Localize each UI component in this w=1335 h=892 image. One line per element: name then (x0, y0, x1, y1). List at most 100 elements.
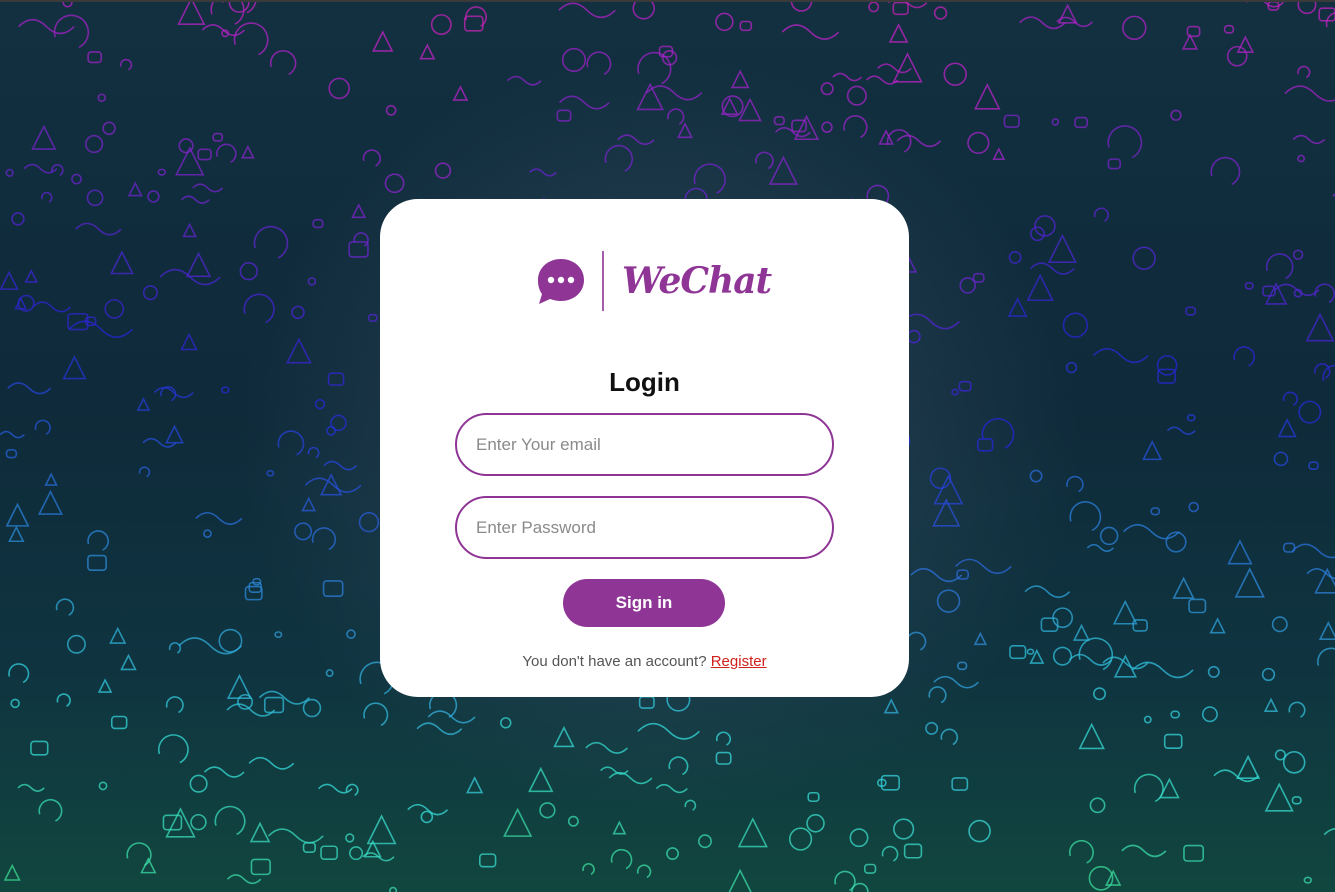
doodle-shape (197, 148, 212, 161)
sign-in-button[interactable]: Sign in (563, 579, 725, 627)
doodle-shape (1121, 844, 1167, 858)
doodle-shape (1185, 306, 1197, 316)
doodle-shape (311, 527, 337, 551)
doodle-shape (1227, 539, 1253, 565)
doodle-shape (274, 631, 283, 638)
doodle-shape (319, 473, 343, 496)
doodle-shape (868, 1, 880, 13)
doodle-shape (302, 842, 316, 853)
doodle-shape (38, 798, 63, 822)
doodle-shape (218, 628, 243, 653)
doodle-shape (127, 181, 143, 197)
doodle-shape (1131, 661, 1194, 679)
doodle-shape (97, 93, 107, 102)
doodle-shape (1318, 621, 1335, 640)
doodle-shape (10, 698, 20, 709)
doodle-shape (582, 863, 595, 875)
doodle-shape (1244, 282, 1254, 290)
doodle-shape (138, 466, 151, 478)
doodle-shape (893, 818, 915, 840)
doodle-shape (1303, 876, 1313, 884)
doodle-shape (1009, 645, 1027, 660)
doodle-shape (1323, 828, 1335, 836)
doodle-shape (407, 803, 449, 816)
doodle-shape (881, 845, 899, 862)
doodle-shape (419, 43, 436, 60)
doodle-shape (1112, 599, 1138, 625)
doodle-shape (1213, 769, 1260, 783)
doodle-shape (1297, 65, 1311, 79)
doodle-shape (567, 815, 579, 827)
doodle-shape (558, 2, 616, 19)
doodle-shape (968, 819, 991, 843)
doodle-shape (346, 629, 356, 639)
doodle-shape (362, 149, 381, 167)
doodle-shape (788, 827, 813, 851)
doodle-shape (220, 386, 230, 394)
doodle-shape (933, 474, 964, 505)
doodle-shape (147, 190, 160, 203)
doodle-shape (973, 83, 1001, 110)
doodle-shape (1298, 400, 1322, 424)
doodle-shape (973, 631, 988, 646)
doodle-shape (896, 134, 942, 148)
doodle-shape (307, 446, 320, 459)
doodle-shape (109, 250, 134, 275)
doodle-shape (252, 577, 262, 586)
doodle-shape (0, 270, 19, 290)
doodle-shape (1172, 576, 1195, 599)
doodle-shape (1233, 346, 1255, 367)
doodle-shape (503, 807, 533, 837)
doodle-shape (807, 791, 820, 803)
doodle-shape (558, 95, 610, 110)
doodle-shape (1029, 262, 1075, 275)
doodle-shape (506, 75, 542, 86)
doodle-shape (1072, 623, 1091, 641)
doodle-shape (954, 558, 1012, 575)
doodle-shape (612, 820, 627, 835)
doodle-shape (739, 20, 753, 32)
doodle-shape (1122, 523, 1180, 540)
doodle-shape (8, 525, 25, 543)
doodle-shape (56, 693, 71, 707)
register-prompt: You don't have an account? Register (380, 653, 909, 670)
register-link[interactable]: Register (711, 653, 767, 670)
doodle-shape (87, 530, 109, 551)
doodle-shape (212, 132, 224, 142)
doodle-shape (1325, 12, 1335, 28)
doodle-shape (384, 173, 405, 194)
doodle-shape (958, 380, 972, 392)
doodle-shape (715, 731, 731, 746)
password-input[interactable] (455, 496, 834, 559)
doodle-shape (684, 799, 697, 811)
doodle-shape (44, 472, 58, 486)
doodle-shape (892, 1, 909, 16)
doodle-shape (715, 12, 734, 32)
doodle-shape (1007, 297, 1028, 317)
doodle-shape (888, 23, 909, 43)
doodle-shape (5, 168, 14, 178)
doodle-shape (250, 858, 271, 876)
doodle-shape (846, 85, 867, 106)
doodle-shape (277, 430, 305, 456)
doodle-shape (933, 675, 979, 689)
doodle-shape (1288, 701, 1306, 718)
doodle-shape (637, 51, 672, 85)
doodle-shape (416, 722, 463, 736)
doodle-shape (363, 702, 389, 727)
doodle-shape (11, 212, 25, 226)
doodle-shape (157, 168, 166, 176)
email-input[interactable] (455, 413, 834, 476)
doodle-shape (1277, 418, 1297, 438)
doodle-shape (1264, 782, 1294, 812)
doodle-shape (98, 781, 108, 791)
doodle-shape (728, 868, 752, 892)
doodle-shape (358, 512, 380, 533)
doodle-shape (312, 218, 324, 229)
doodle-shape (1034, 215, 1056, 237)
doodle-shape (1210, 156, 1241, 186)
doodle-shape (1142, 439, 1163, 461)
doodle-shape (1029, 469, 1043, 483)
doodle-shape (1291, 543, 1335, 559)
doodle-shape (40, 191, 53, 203)
